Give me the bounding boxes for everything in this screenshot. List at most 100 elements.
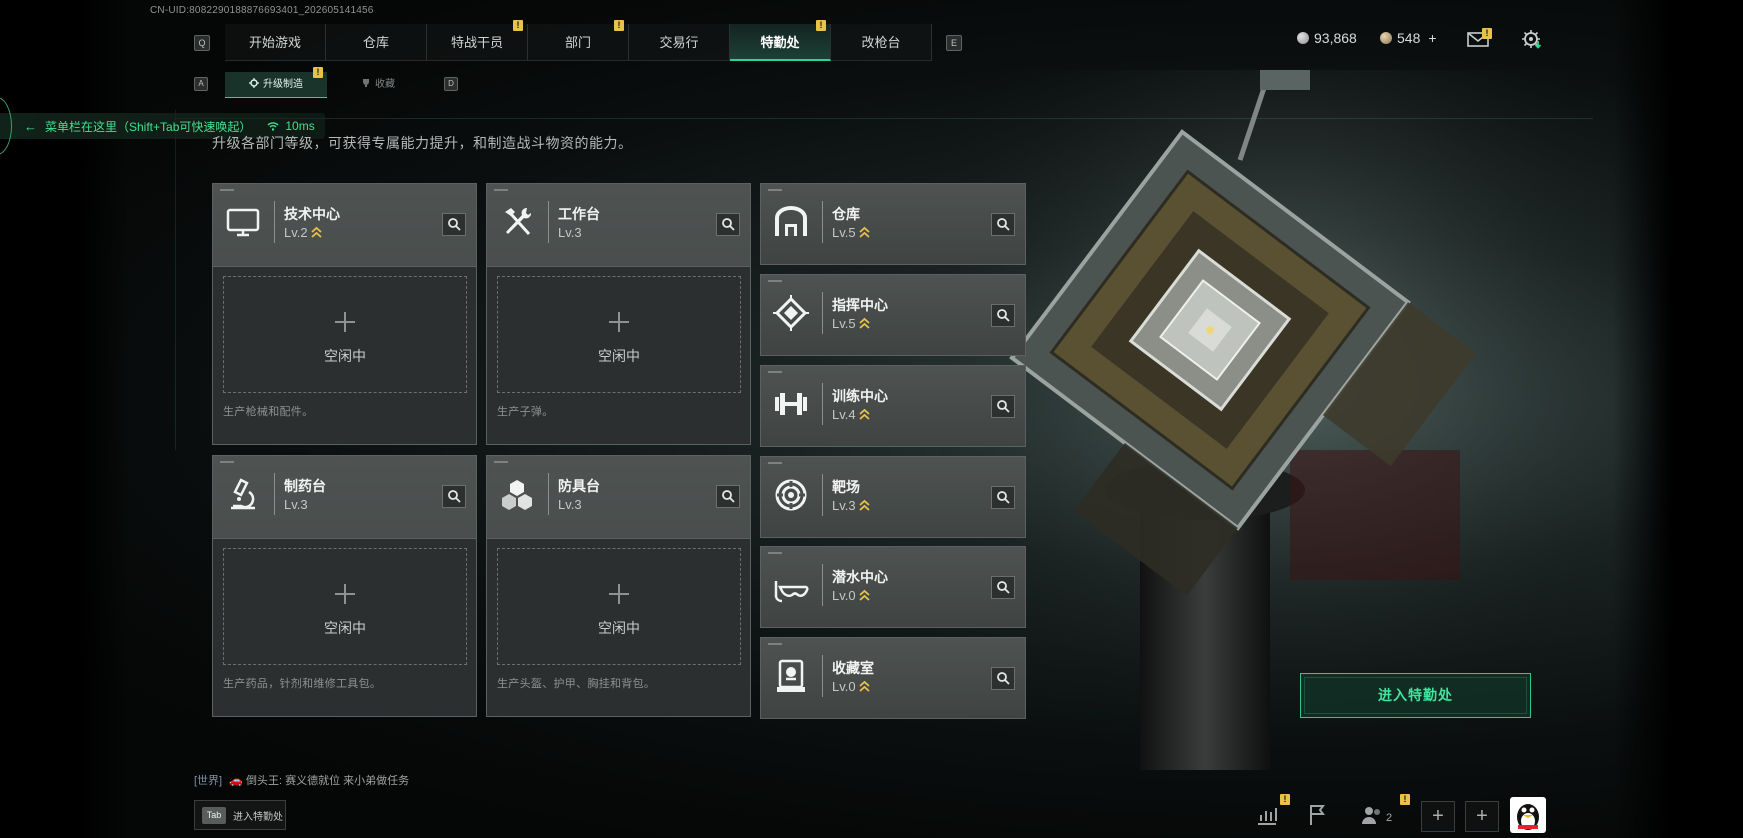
hammer-wrench-icon — [505, 207, 532, 236]
friends-count: 2 — [1386, 812, 1393, 824]
facility-card-collection-room[interactable]: 收藏室 Lv.0 — [760, 637, 1026, 719]
tab-department[interactable]: 部门! — [528, 20, 629, 61]
tab-key: Tab — [202, 806, 226, 824]
tab-start-game[interactable]: 开始游戏 — [225, 24, 326, 61]
flag-icon[interactable] — [1306, 803, 1330, 827]
tab-special-ops[interactable]: 特勤处! — [730, 20, 831, 61]
settings-download-icon[interactable] — [1520, 28, 1544, 50]
stats-chart-icon[interactable] — [1255, 803, 1279, 827]
tab-hint-label: 进入特勤处 — [233, 811, 283, 823]
facility-card-command-center[interactable]: 指挥中心 Lv.5 — [760, 274, 1026, 356]
empty-slot[interactable]: 空闲中 — [223, 548, 467, 665]
subnav-next-key[interactable]: D — [444, 77, 458, 91]
ping-value: 10ms — [285, 119, 315, 133]
tab-exchange[interactable]: 交易行 — [629, 24, 730, 61]
idle-status: 空闲中 — [324, 620, 366, 636]
search-icon — [997, 218, 1010, 231]
search-icon — [997, 581, 1010, 594]
production-card-armor-bench[interactable]: 防具台 Lv.3 空闲中 生产头盔、护甲、胸挂和背包。 — [486, 455, 751, 717]
plus-icon — [609, 312, 629, 332]
search-icon — [997, 309, 1010, 322]
level-text: Lv.0 — [832, 679, 856, 694]
facility-card-training-center[interactable]: 训练中心 Lv.4 — [760, 365, 1026, 447]
production-slot[interactable]: 空闲中 生产药品，针剂和维修工具包。 — [213, 538, 476, 716]
stats-badge: ! — [1280, 794, 1290, 805]
card-title: 防具台 — [558, 478, 600, 494]
add-tickets-button[interactable]: + — [1428, 30, 1436, 46]
invite-slot-button[interactable]: + — [1465, 801, 1499, 832]
card-tag — [768, 280, 782, 282]
search-icon — [997, 491, 1010, 504]
card-separator — [822, 201, 823, 243]
inspect-button[interactable] — [991, 486, 1015, 509]
page-description: 升级各部门等级，可获得专属能力提升，和制造战斗物资的能力。 — [212, 135, 633, 151]
friends-badge: ! — [1400, 794, 1410, 805]
empty-slot[interactable]: 空闲中 — [497, 276, 741, 393]
nav-prev-key[interactable]: Q — [194, 35, 210, 51]
idle-status: 空闲中 — [598, 348, 640, 364]
inspect-button[interactable] — [991, 213, 1015, 236]
microscope-icon — [231, 478, 255, 510]
level-text: Lv.5 — [832, 316, 856, 331]
menu-tip-text: 菜单栏在这里（Shift+Tab可快速唤起） — [45, 119, 252, 134]
invite-slot-button[interactable]: + — [1421, 801, 1455, 832]
enter-special-ops-button[interactable]: 进入特勤处 — [1300, 673, 1531, 718]
card-title: 指挥中心 — [832, 297, 888, 313]
card-tag — [768, 643, 782, 645]
tab-gunsmith[interactable]: 改枪台 — [831, 24, 932, 61]
tab-operators[interactable]: 特战干员! — [427, 20, 528, 61]
inspect-button[interactable] — [716, 485, 740, 508]
card-separator — [548, 201, 549, 243]
card-level: Lv.0 — [832, 679, 870, 694]
production-card-workbench[interactable]: 工作台 Lv.3 空闲中 生产子弹。 — [486, 183, 751, 445]
level-text: Lv.3 — [284, 497, 308, 512]
inspect-button[interactable] — [991, 667, 1015, 690]
production-card-pharmacy[interactable]: 制药台 Lv.3 空闲中 生产药品，针剂和维修工具包。 — [212, 455, 477, 717]
inspect-button[interactable] — [442, 485, 466, 508]
production-card-tech-center[interactable]: 技术中心 Lv.2 空闲中 生产枪械和配件。 — [212, 183, 477, 445]
inspect-button[interactable] — [991, 395, 1015, 418]
sub-nav: 升级制造 ! 收藏 — [225, 67, 429, 98]
card-separator — [822, 564, 823, 606]
subtab-collection[interactable]: 收藏 — [327, 72, 429, 98]
tab-warehouse[interactable]: 仓库 — [326, 24, 427, 61]
card-separator — [548, 473, 549, 515]
facility-card-diving-center[interactable]: 潜水中心 Lv.0 — [760, 546, 1026, 628]
upgrade-chevron-icon — [859, 226, 870, 238]
divider-line — [175, 118, 1593, 119]
card-level: Lv.3 — [558, 497, 582, 512]
inspect-button[interactable] — [442, 213, 466, 236]
world-chat[interactable]: [世界] 🚗 倒头王: 赛义德就位 来小弟做任务 — [194, 772, 409, 788]
card-header: 靶场 Lv.3 — [761, 457, 1025, 538]
production-desc: 生产枪械和配件。 — [223, 406, 314, 418]
facility-card-shooting-range[interactable]: 靶场 Lv.3 — [760, 456, 1026, 538]
monitor-icon — [226, 208, 260, 237]
subnav-prev-key[interactable]: A — [194, 77, 208, 91]
production-slot[interactable]: 空闲中 生产枪械和配件。 — [213, 266, 476, 444]
friends-icon[interactable] — [1360, 803, 1384, 827]
card-separator — [822, 292, 823, 334]
card-header: 技术中心 Lv.2 — [213, 184, 476, 265]
card-header: 训练中心 Lv.4 — [761, 366, 1025, 447]
production-slot[interactable]: 空闲中 生产头盔、护甲、胸挂和背包。 — [487, 538, 750, 716]
empty-slot[interactable]: 空闲中 — [223, 276, 467, 393]
inspect-button[interactable] — [991, 576, 1015, 599]
inspect-button[interactable] — [991, 304, 1015, 327]
upgrade-chevron-icon — [859, 680, 870, 692]
production-desc: 生产药品，针剂和维修工具包。 — [223, 678, 382, 690]
player-avatar[interactable] — [1510, 797, 1546, 833]
mail-badge: ! — [1482, 28, 1492, 39]
subtab-upgrade-craft[interactable]: 升级制造 ! — [225, 67, 327, 98]
game-screen: CN-UID:8082290188876693401_202605141456 … — [0, 0, 1743, 838]
nav-next-key[interactable]: E — [946, 35, 962, 51]
inspect-button[interactable] — [716, 213, 740, 236]
production-slot[interactable]: 空闲中 生产子弹。 — [487, 266, 750, 444]
currency-coins: 93,868 — [1297, 30, 1357, 46]
empty-slot[interactable]: 空闲中 — [497, 548, 741, 665]
card-header: 制药台 Lv.3 — [213, 456, 476, 537]
currency-tickets[interactable]: 548 + — [1380, 30, 1437, 46]
wifi-icon — [267, 122, 279, 131]
facility-card-warehouse[interactable]: 仓库 Lv.5 — [760, 183, 1026, 265]
diving-mask-icon — [774, 581, 809, 603]
tab-shortcut-hint[interactable]: Tab 进入特勤处 — [194, 800, 286, 830]
